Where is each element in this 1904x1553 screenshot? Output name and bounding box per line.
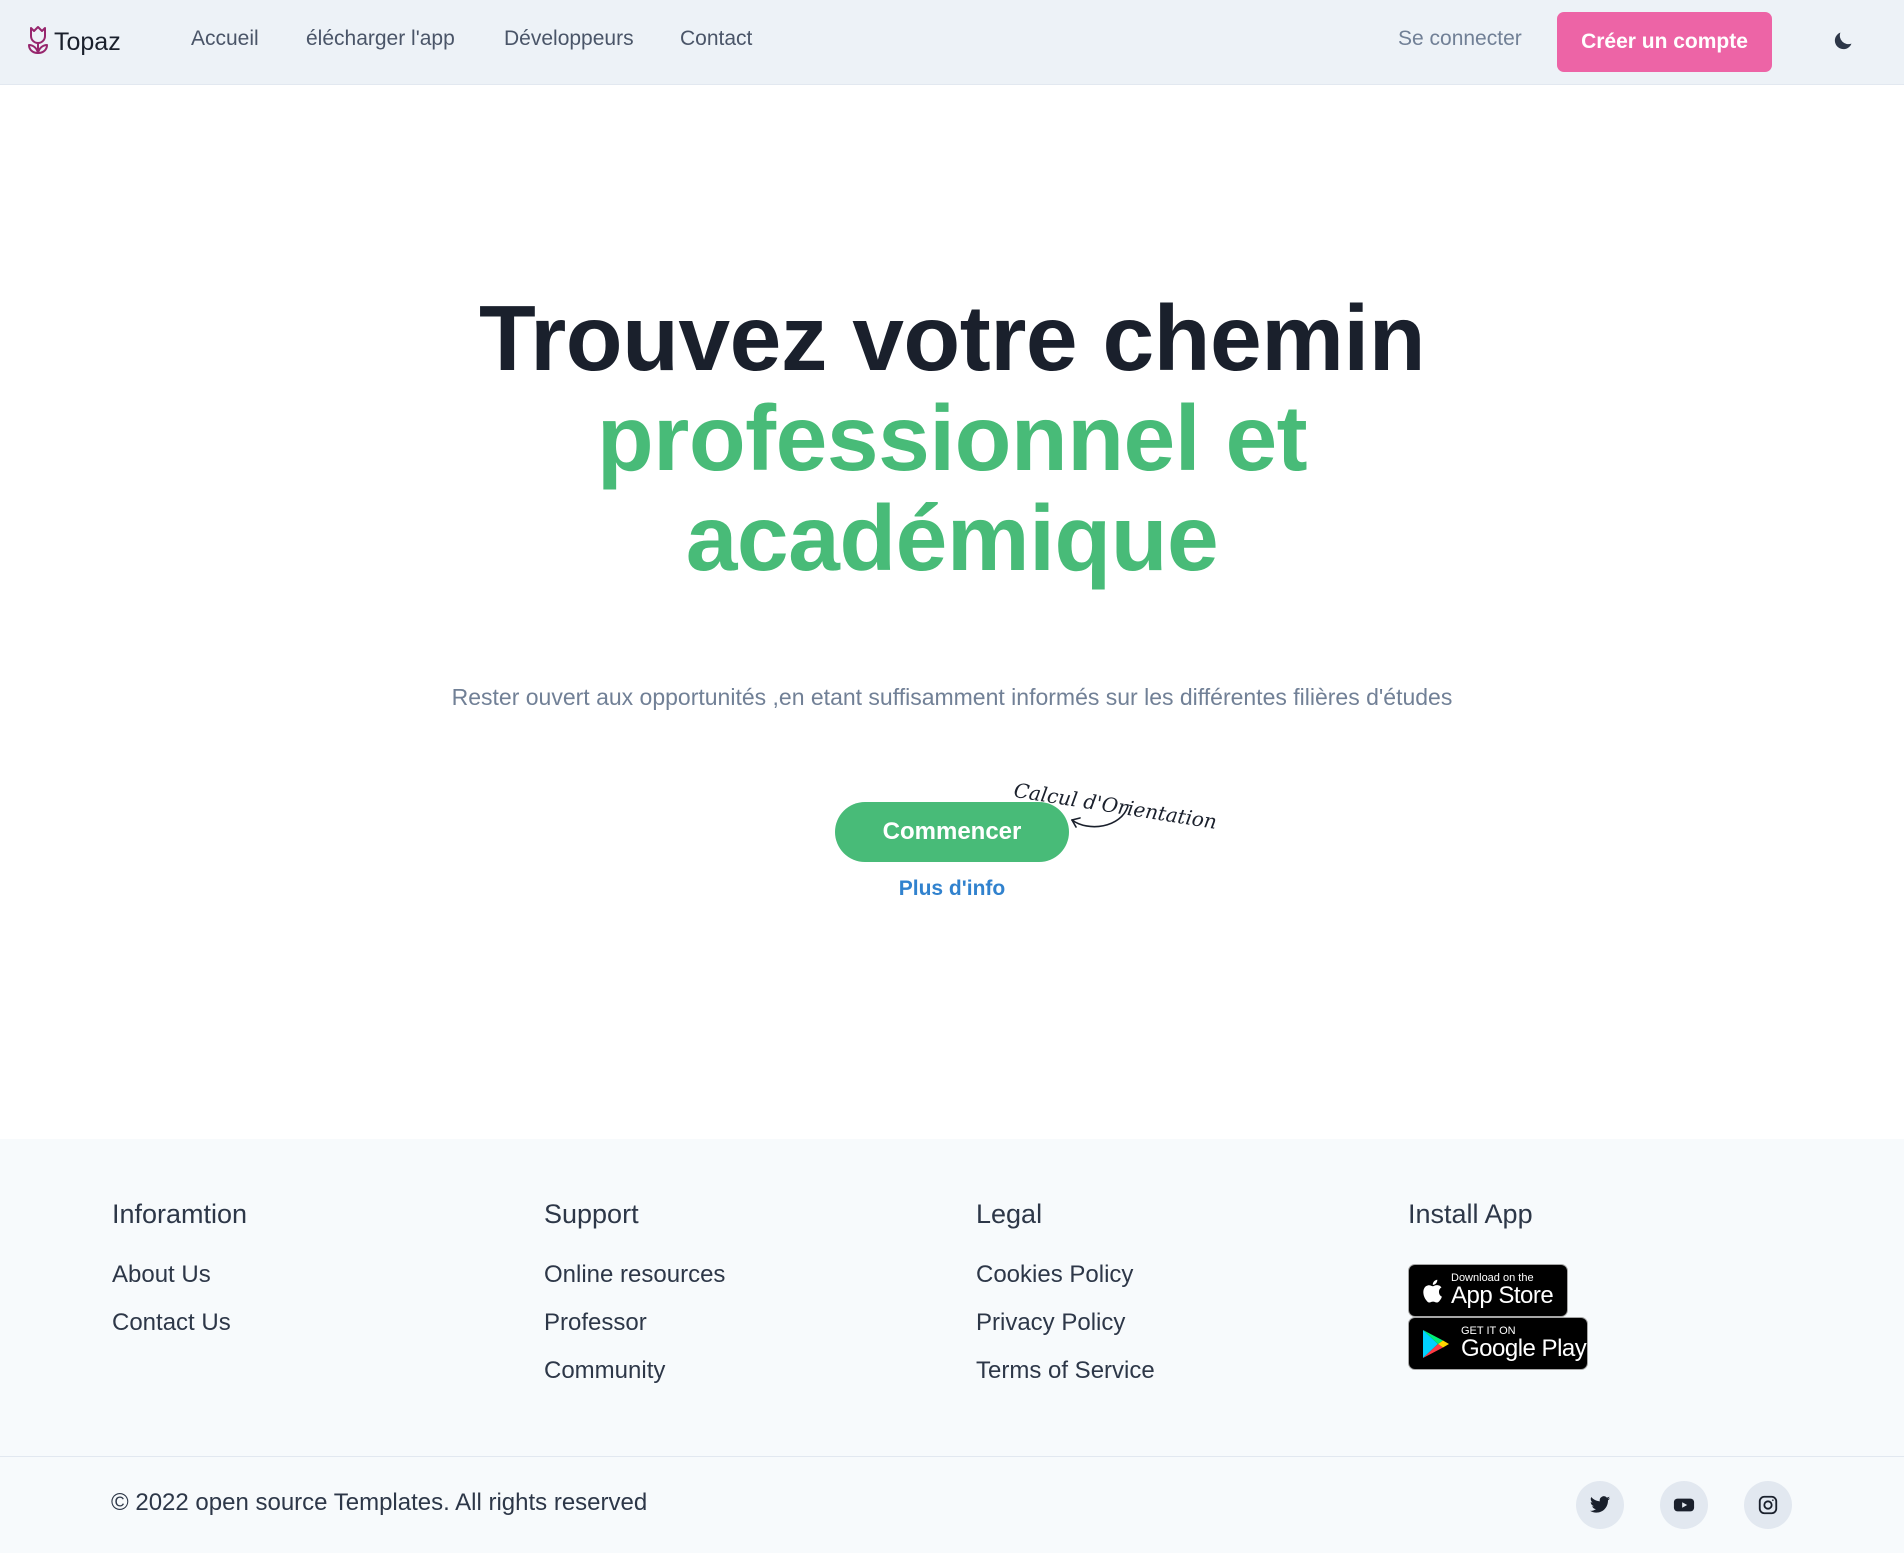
footer-link-online-resources[interactable]: Online resources [544, 1262, 725, 1288]
copyright-text: © 2022 open source Templates. All rights… [111, 1489, 648, 1516]
footer-link-contact-us[interactable]: Contact Us [112, 1310, 247, 1336]
top-navbar: Topaz Accueil élécharger l'app Développe… [0, 0, 1904, 85]
hero-title-line1: Trouvez votre chemin [478, 286, 1426, 390]
footer-column-support: Support Online resources Professor Commu… [544, 1199, 725, 1384]
nav-link-contact[interactable]: Contact [680, 27, 752, 51]
instagram-button[interactable] [1744, 1481, 1792, 1529]
footer-heading: Legal [976, 1199, 1043, 1229]
more-info-link[interactable]: Plus d'info [899, 877, 1006, 900]
hero-subtitle: Rester ouvert aux opportunités ,en etant… [451, 684, 1453, 710]
apple-icon [1421, 1278, 1443, 1304]
footer-heading: Inforamtion [112, 1199, 248, 1229]
google-play-icon [1421, 1328, 1451, 1360]
nav-link-developpeurs[interactable]: Développeurs [504, 27, 634, 51]
footer-bottom-bar: © 2022 open source Templates. All rights… [0, 1456, 1904, 1553]
brand-name: Topaz [54, 27, 121, 56]
annotation: Calcul d'Orientation [1012, 778, 1218, 840]
hero-title: Trouvez votre chemin professionnel et ac… [0, 288, 1904, 588]
footer-link-professor[interactable]: Professor [544, 1310, 725, 1336]
app-store-big-text: App Store [1451, 1282, 1554, 1309]
footer-link-about-us[interactable]: About Us [112, 1262, 247, 1288]
google-play-big-text: Google Play [1461, 1335, 1587, 1362]
footer-link-community[interactable]: Community [544, 1358, 725, 1384]
nav-link-telecharger[interactable]: élécharger l'app [306, 27, 455, 51]
app-store-badge[interactable]: Download on the App Store [1408, 1264, 1568, 1317]
footer-heading: Install App [1408, 1199, 1533, 1229]
theme-toggle-button[interactable] [1822, 22, 1864, 64]
youtube-button[interactable] [1660, 1481, 1708, 1529]
footer-link-terms-of-service[interactable]: Terms of Service [976, 1358, 1155, 1384]
youtube-icon [1673, 1494, 1695, 1516]
hero-title-line3: académique [685, 486, 1219, 590]
hero-title-line2: professionnel et [596, 386, 1308, 490]
brand-logo[interactable]: Topaz [26, 22, 121, 62]
signup-button[interactable]: Créer un compte [1557, 12, 1772, 72]
more-info-row: Plus d'info [0, 877, 1904, 901]
nav-link-accueil[interactable]: Accueil [191, 27, 259, 51]
google-play-badge[interactable]: GET IT ON Google Play [1408, 1317, 1588, 1370]
footer-heading: Support [544, 1199, 639, 1229]
twitter-icon [1589, 1494, 1611, 1516]
footer-column-install-app: Install App [1408, 1199, 1533, 1230]
signin-link[interactable]: Se connecter [1398, 27, 1522, 51]
twitter-button[interactable] [1576, 1481, 1624, 1529]
flower-logo-icon [26, 25, 50, 60]
moon-icon [1831, 29, 1855, 58]
footer-column-information: Inforamtion About Us Contact Us [112, 1199, 247, 1336]
footer-link-privacy-policy[interactable]: Privacy Policy [976, 1310, 1155, 1336]
instagram-icon [1757, 1494, 1779, 1516]
footer-column-legal: Legal Cookies Policy Privacy Policy Term… [976, 1199, 1155, 1384]
footer-link-cookies-policy[interactable]: Cookies Policy [976, 1262, 1155, 1288]
